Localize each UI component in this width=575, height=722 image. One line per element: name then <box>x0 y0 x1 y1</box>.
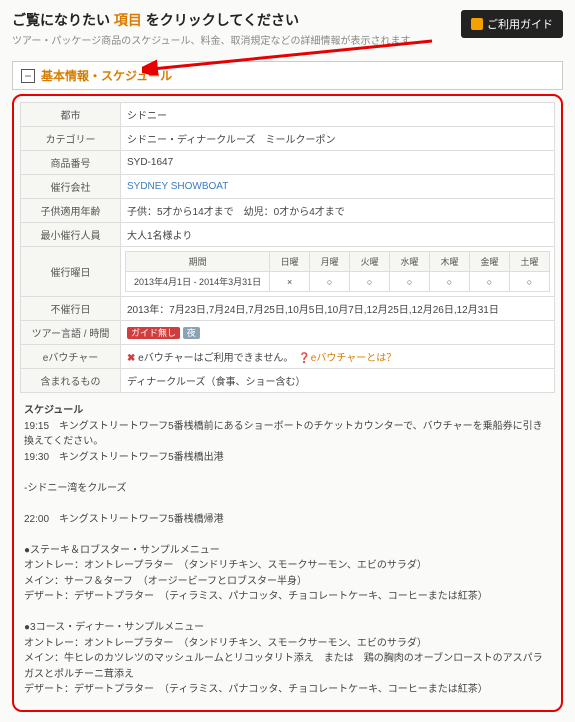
wed-header: 水曜 <box>390 252 430 272</box>
value-included: ディナークルーズ（食事、ショー含む） <box>121 369 555 393</box>
evoucher-text: eバウチャーはご利用できません。 <box>135 353 288 364</box>
info-table: 都市シドニー カテゴリーシドニー・ディナークルーズ ミールクーポン 商品番号SY… <box>20 102 555 393</box>
table-row: eバウチャー✖ eバウチャーはご利用できません。 ❓eバウチャーとは？ <box>21 345 555 369</box>
table-row: 都市シドニー <box>21 103 555 127</box>
schedule-line: 19:15 キングストリートワーフ5番桟橋前にあるショーボートのチケットカウンタ… <box>24 419 551 450</box>
label-included: 含まれるもの <box>21 369 121 393</box>
schedule-line: -シドニー湾をクルーズ <box>24 481 551 497</box>
schedule-gap <box>24 605 551 621</box>
usage-guide-button[interactable]: ご利用ガイド <box>461 10 563 38</box>
label-child-age: 子供適用年齢 <box>21 199 121 223</box>
schedule-line: 22:00 キングストリートワーフ5番桟橋帰港 <box>24 512 551 528</box>
schedule-line: オントレー：オントレープラター （タンドリチキン、スモークサーモン、エビのサラダ… <box>24 558 551 574</box>
label-operator: 催行会社 <box>21 175 121 199</box>
table-row: カテゴリーシドニー・ディナークルーズ ミールクーポン <box>21 127 555 151</box>
table-row: 最小催行人員大人1名様より <box>21 223 555 247</box>
schedule-line: メイン：サーフ＆ターフ （オージービーフとロブスター半身） <box>24 574 551 590</box>
title-suffix: をクリックしてください <box>142 12 299 28</box>
label-category: カテゴリー <box>21 127 121 151</box>
schedule-block: スケジュール 19:15 キングストリートワーフ5番桟橋前にあるショーボートのチ… <box>20 393 555 704</box>
sat-header: 土曜 <box>509 252 549 272</box>
weekday-table: 期間 日曜 月曜 火曜 水曜 木曜 金曜 土曜 2013年4月1日 - 2014… <box>125 251 550 292</box>
schedule-gap <box>24 465 551 481</box>
thu-header: 木曜 <box>430 252 470 272</box>
table-row: 不催行日2013年：7月23日,7月24日,7月25日,10月5日,10月7日,… <box>21 297 555 321</box>
guide-icon <box>471 18 483 30</box>
badge-night: 夜 <box>183 327 200 339</box>
schedule-gap <box>24 527 551 543</box>
label-evoucher: eバウチャー <box>21 345 121 369</box>
sun-header: 日曜 <box>270 252 310 272</box>
tue-header: 火曜 <box>350 252 390 272</box>
schedule-line: デザート：デザートプラター （ティラミス、パナコッタ、チョコレートケーキ、コーヒ… <box>24 682 551 698</box>
fri-value: ○ <box>470 272 510 292</box>
value-min-pax: 大人1名様より <box>121 223 555 247</box>
fri-header: 金曜 <box>470 252 510 272</box>
mon-value: ○ <box>310 272 350 292</box>
schedule-line: オントレー：オントレープラター （タンドリチキン、スモークサーモン、エビのサラダ… <box>24 636 551 652</box>
value-child-age: 子供：5才から14才まで 幼児：0才から4才まで <box>121 199 555 223</box>
table-row: 催行曜日 期間 日曜 月曜 火曜 水曜 木曜 金曜 土曜 2013年4月1日 -… <box>21 247 555 297</box>
schedule-line: デザート：デザートプラター （ティラミス、パナコッタ、チョコレートケーキ、コーヒ… <box>24 589 551 605</box>
table-row: 含まれるものディナークルーズ（食事、ショー含む） <box>21 369 555 393</box>
value-product-no: SYD-1647 <box>121 151 555 175</box>
label-city: 都市 <box>21 103 121 127</box>
guide-btn-label: ご利用ガイド <box>487 16 553 32</box>
page-title: ご覧になりたい 項目 をクリックしてください <box>12 10 461 30</box>
sat-value: ○ <box>509 272 549 292</box>
period-value: 2013年4月1日 - 2014年3月31日 <box>126 272 270 292</box>
period-header: 期間 <box>126 252 270 272</box>
value-city: シドニー <box>121 103 555 127</box>
table-row: ツアー言語 / 時間ガイド無し 夜 <box>21 321 555 345</box>
table-row: 子供適用年齢子供：5才から14才まで 幼児：0才から4才まで <box>21 199 555 223</box>
evoucher-help-link[interactable]: ❓eバウチャーとは？ <box>298 353 396 364</box>
label-operating-days: 催行曜日 <box>21 247 121 297</box>
arrow-icon <box>142 35 442 75</box>
value-operator: SYDNEY SHOWBOAT <box>121 175 555 199</box>
thu-value: ○ <box>430 272 470 292</box>
label-product-no: 商品番号 <box>21 151 121 175</box>
menu1-heading: ●ステーキ＆ロブスター・サンプルメニュー <box>24 543 551 559</box>
title-prefix: ご覧になりたい <box>12 12 114 28</box>
table-row: 催行会社 SYDNEY SHOWBOAT <box>21 175 555 199</box>
label-min-pax: 最小催行人員 <box>21 223 121 247</box>
schedule-heading: スケジュール <box>24 403 551 419</box>
tue-value: ○ <box>350 272 390 292</box>
schedule-line: 19:30 キングストリートワーフ5番桟橋出港 <box>24 450 551 466</box>
highlight-frame: 都市シドニー カテゴリーシドニー・ディナークルーズ ミールクーポン 商品番号SY… <box>12 94 563 712</box>
menu2-heading: ●3コース・ディナー・サンプルメニュー <box>24 620 551 636</box>
schedule-gap <box>24 496 551 512</box>
collapse-toggle-icon[interactable]: − <box>21 69 35 83</box>
label-language: ツアー言語 / 時間 <box>21 321 121 345</box>
mon-header: 月曜 <box>310 252 350 272</box>
schedule-line: メイン：牛ヒレのカツレツのマッシュルームとリコッタリト添え または 鶏の胸肉のオ… <box>24 651 551 682</box>
value-evoucher: ✖ eバウチャーはご利用できません。 ❓eバウチャーとは？ <box>121 345 555 369</box>
value-no-op: 2013年：7月23日,7月24日,7月25日,10月5日,10月7日,12月2… <box>121 297 555 321</box>
title-highlight: 項目 <box>114 12 142 28</box>
wed-value: ○ <box>390 272 430 292</box>
sun-value: × <box>270 272 310 292</box>
label-no-op: 不催行日 <box>21 297 121 321</box>
badge-no-guide: ガイド無し <box>127 327 180 339</box>
value-category: シドニー・ディナークルーズ ミールクーポン <box>121 127 555 151</box>
value-operating-days: 期間 日曜 月曜 火曜 水曜 木曜 金曜 土曜 2013年4月1日 - 2014… <box>121 247 555 297</box>
operator-link[interactable]: SYDNEY SHOWBOAT <box>127 181 228 192</box>
value-language: ガイド無し 夜 <box>121 321 555 345</box>
table-row: 商品番号SYD-1647 <box>21 151 555 175</box>
